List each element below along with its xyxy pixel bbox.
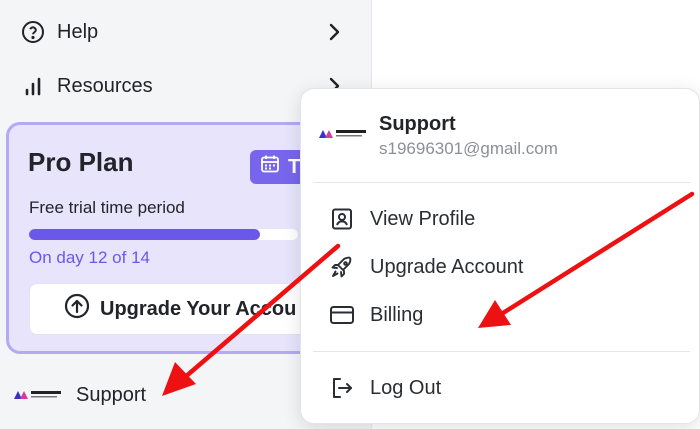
rocket-icon: [329, 254, 355, 280]
profile-icon: [329, 206, 355, 232]
logout-icon: [329, 375, 355, 401]
plan-title: Pro Plan: [28, 147, 134, 177]
menu-item-label: View Profile: [370, 207, 476, 230]
arrow-up-circle-icon: [64, 293, 90, 325]
help-circle-icon: [20, 19, 46, 45]
calendar-icon: [260, 154, 280, 180]
menu-item-label: Upgrade Account: [370, 255, 524, 278]
bar-chart-icon: [20, 73, 46, 99]
menu-divider: [313, 182, 690, 183]
sidebar-item-label: Help: [57, 20, 99, 43]
trial-badge-label: T: [288, 155, 301, 178]
menu-divider: [313, 351, 690, 352]
trial-period-text: Free trial time period: [29, 198, 185, 217]
menu-item-view-profile[interactable]: View Profile: [329, 201, 475, 237]
sidebar-item-resources[interactable]: Resources: [20, 69, 348, 103]
support-label: Support: [76, 383, 147, 406]
account-name: Support: [379, 113, 456, 135]
trial-progress-bar: [29, 229, 298, 240]
upgrade-button-label: Upgrade Your Accou: [100, 297, 297, 320]
credit-card-icon: [329, 302, 355, 328]
menu-item-log-out[interactable]: Log Out: [329, 370, 441, 406]
agustin-tech-logo: [317, 126, 369, 142]
sidebar-item-label: Resources: [57, 74, 153, 97]
menu-item-billing[interactable]: Billing: [329, 297, 423, 333]
account-email: s19696301@gmail.com: [379, 139, 558, 158]
account-popover-menu: Support s19696301@gmail.com View Profile…: [300, 88, 700, 424]
menu-item-label: Billing: [370, 303, 424, 326]
menu-item-upgrade-account[interactable]: Upgrade Account: [329, 249, 523, 285]
agustin-tech-logo: [12, 387, 64, 403]
pro-plan-card: Pro Plan T Free trial time period On day…: [6, 122, 359, 354]
sidebar-support-account[interactable]: Support: [12, 378, 146, 412]
trial-progress-fill: [29, 229, 260, 240]
sidebar-item-help[interactable]: Help: [20, 15, 348, 49]
chevron-right-icon: [324, 21, 344, 48]
trial-day-text: On day 12 of 14: [29, 248, 150, 267]
menu-item-label: Log Out: [370, 376, 442, 399]
